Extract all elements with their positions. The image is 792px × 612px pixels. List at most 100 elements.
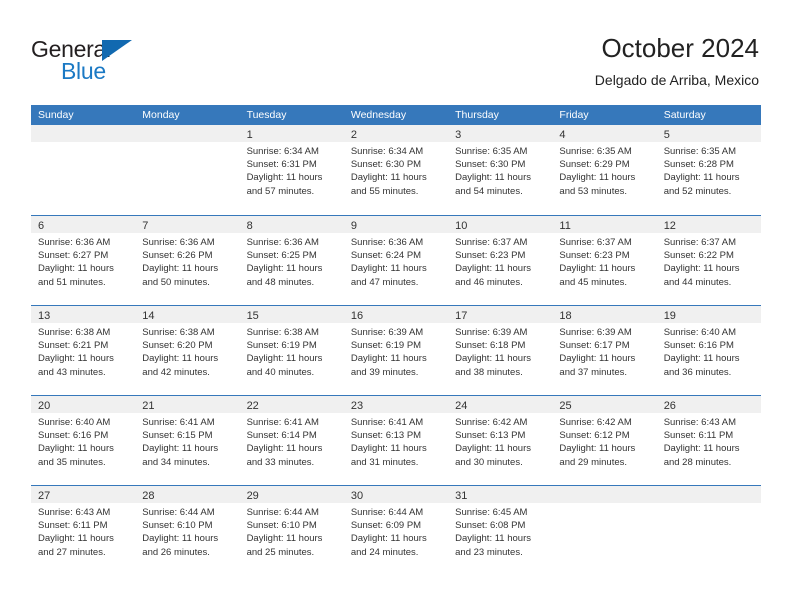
calendar-day-cell[interactable]: 4 Sunrise: 6:35 AM Sunset: 6:29 PM Daylight… xyxy=(552,125,657,214)
day-details: Sunrise: 6:38 AM Sunset: 6:19 PM Daylight:… xyxy=(240,323,344,379)
calendar-day-cell[interactable]: 24 Sunrise: 6:42 AM Sunset: 6:13 PM Dayligh… xyxy=(448,396,553,485)
daylight-text-line1: Daylight: 11 hours xyxy=(246,353,323,365)
day-number: 9 xyxy=(350,220,357,232)
calendar-grid: Sunday Monday Tuesday Wednesday Thursday… xyxy=(31,105,761,575)
calendar-day-cell[interactable]: 26 Sunrise: 6:43 AM Sunset: 6:11 PM Dayligh… xyxy=(656,396,761,485)
day-number-band: 16 xyxy=(343,306,449,323)
calendar-page: General Blue October 2024 Delgado de Arr… xyxy=(0,0,792,612)
daylight-text-line2: and 39 minutes. xyxy=(350,366,419,378)
sunset-text: Sunset: 6:31 PM xyxy=(246,159,317,171)
day-number-band: 12 xyxy=(656,216,761,233)
day-number: 23 xyxy=(350,400,364,412)
daylight-text-line1: Daylight: 11 hours xyxy=(246,533,323,545)
sunset-text: Sunset: 6:24 PM xyxy=(350,250,422,262)
day-number: 8 xyxy=(246,220,253,232)
sunset-text: Sunset: 6:16 PM xyxy=(38,430,109,442)
day-details: Sunrise: 6:36 AM Sunset: 6:26 PM Daylight:… xyxy=(135,233,239,289)
day-number: 6 xyxy=(38,220,45,232)
daylight-text-line1: Daylight: 11 hours xyxy=(455,443,531,455)
calendar-day-cell[interactable]: 11 Sunrise: 6:37 AM Sunset: 6:23 PM Dayligh… xyxy=(552,216,657,305)
day-number: 28 xyxy=(142,490,155,502)
calendar-day-cell[interactable]: 6 Sunrise: 6:36 AM Sunset: 6:27 PM Daylight… xyxy=(31,216,136,305)
calendar-day-cell[interactable]: 25 Sunrise: 6:42 AM Sunset: 6:12 PM Dayligh… xyxy=(552,396,657,485)
daylight-text-line1: Daylight: 11 hours xyxy=(38,263,114,275)
sunset-text: Sunset: 6:16 PM xyxy=(663,340,734,352)
daylight-text-line2: and 40 minutes. xyxy=(246,366,315,378)
calendar-day-cell[interactable]: 2 Sunrise: 6:34 AM Sunset: 6:30 PM Daylight… xyxy=(343,125,449,214)
calendar-day-cell[interactable]: 15 Sunrise: 6:38 AM Sunset: 6:19 PM Dayligh… xyxy=(239,306,344,395)
calendar-day-cell[interactable]: 12 Sunrise: 6:37 AM Sunset: 6:22 PM Dayligh… xyxy=(656,216,761,305)
calendar-day-cell[interactable]: 19 Sunrise: 6:40 AM Sunset: 6:16 PM Dayligh… xyxy=(656,306,761,395)
day-number: 3 xyxy=(455,129,462,141)
sunrise-text: Sunrise: 6:40 AM xyxy=(663,327,737,338)
day-details: Sunrise: 6:34 AM Sunset: 6:30 PM Daylight:… xyxy=(344,142,448,198)
daylight-text-line1: Daylight: 11 hours xyxy=(38,533,114,545)
calendar-day-cell[interactable]: 16 Sunrise: 6:39 AM Sunset: 6:19 PM Dayligh… xyxy=(343,306,449,395)
calendar-day-cell[interactable]: 20 Sunrise: 6:40 AM Sunset: 6:16 PM Dayligh… xyxy=(31,396,136,485)
calendar-day-cell[interactable]: 9 Sunrise: 6:36 AM Sunset: 6:24 PM Daylight… xyxy=(343,216,449,305)
daylight-text-line1: Daylight: 11 hours xyxy=(246,172,323,184)
sunrise-text: Sunrise: 6:44 AM xyxy=(142,507,215,518)
day-details: Sunrise: 6:41 AM Sunset: 6:15 PM Daylight:… xyxy=(135,413,239,469)
day-details: Sunrise: 6:44 AM Sunset: 6:10 PM Daylight:… xyxy=(135,503,239,559)
weekday-header-row: Sunday Monday Tuesday Wednesday Thursday… xyxy=(31,105,761,125)
sunrise-text: Sunrise: 6:37 AM xyxy=(663,237,737,248)
day-number-band: 15 xyxy=(239,306,344,323)
calendar-day-cell-empty xyxy=(135,125,240,214)
daylight-text-line2: and 30 minutes. xyxy=(455,456,523,468)
calendar-day-cell[interactable]: 8 Sunrise: 6:36 AM Sunset: 6:25 PM Daylight… xyxy=(239,216,344,305)
calendar-day-cell[interactable]: 28 Sunrise: 6:44 AM Sunset: 6:10 PM Dayligh… xyxy=(135,486,240,575)
daylight-text-line2: and 54 minutes. xyxy=(455,185,523,197)
calendar-day-cell[interactable]: 31 Sunrise: 6:45 AM Sunset: 6:08 PM Dayligh… xyxy=(448,486,553,575)
calendar-day-cell[interactable]: 30 Sunrise: 6:44 AM Sunset: 6:09 PM Dayligh… xyxy=(343,486,449,575)
calendar-day-cell[interactable]: 10 Sunrise: 6:37 AM Sunset: 6:23 PM Dayligh… xyxy=(448,216,553,305)
calendar-day-cell[interactable]: 22 Sunrise: 6:41 AM Sunset: 6:14 PM Dayligh… xyxy=(239,396,344,485)
calendar-day-cell-empty xyxy=(656,486,761,575)
sunset-text: Sunset: 6:18 PM xyxy=(455,340,526,352)
sunset-text: Sunset: 6:21 PM xyxy=(38,340,109,352)
day-number: 19 xyxy=(663,310,676,322)
day-number-band: 26 xyxy=(656,396,761,413)
calendar-day-cell[interactable]: 29 Sunrise: 6:44 AM Sunset: 6:10 PM Dayligh… xyxy=(239,486,344,575)
calendar-day-cell[interactable]: 13 Sunrise: 6:38 AM Sunset: 6:21 PM Dayligh… xyxy=(31,306,136,395)
sunset-text: Sunset: 6:23 PM xyxy=(455,250,526,262)
sunrise-text: Sunrise: 6:42 AM xyxy=(559,417,632,428)
page-header: General Blue October 2024 Delgado de Arr… xyxy=(0,0,792,100)
day-number: 21 xyxy=(142,400,155,412)
day-details: Sunrise: 6:43 AM Sunset: 6:11 PM Daylight:… xyxy=(31,503,135,559)
daylight-text-line2: and 42 minutes. xyxy=(142,366,210,378)
daylight-text-line1: Daylight: 11 hours xyxy=(38,353,114,365)
day-number: 7 xyxy=(142,220,149,232)
calendar-day-cell[interactable]: 27 Sunrise: 6:43 AM Sunset: 6:11 PM Dayligh… xyxy=(31,486,136,575)
day-details: Sunrise: 6:43 AM Sunset: 6:11 PM Daylight:… xyxy=(657,413,761,469)
day-details: Sunrise: 6:36 AM Sunset: 6:24 PM Daylight:… xyxy=(344,233,448,289)
daylight-text-line1: Daylight: 11 hours xyxy=(350,353,427,365)
calendar-day-cell[interactable]: 17 Sunrise: 6:39 AM Sunset: 6:18 PM Dayligh… xyxy=(448,306,553,395)
calendar-day-cell[interactable]: 21 Sunrise: 6:41 AM Sunset: 6:15 PM Dayligh… xyxy=(135,396,240,485)
daylight-text-line1: Daylight: 11 hours xyxy=(142,353,219,365)
day-details xyxy=(135,142,239,145)
day-details: Sunrise: 6:37 AM Sunset: 6:22 PM Daylight:… xyxy=(657,233,761,289)
daylight-text-line1: Daylight: 11 hours xyxy=(350,263,427,275)
calendar-day-cell[interactable]: 3 Sunrise: 6:35 AM Sunset: 6:30 PM Daylight… xyxy=(448,125,553,214)
calendar-day-cell-empty xyxy=(31,125,136,214)
sunset-text: Sunset: 6:17 PM xyxy=(559,340,630,352)
weekday-header-saturday: Saturday xyxy=(663,109,706,121)
calendar-day-cell[interactable]: 5 Sunrise: 6:35 AM Sunset: 6:28 PM Daylight… xyxy=(656,125,761,214)
day-number: 26 xyxy=(663,400,676,412)
sunset-text: Sunset: 6:13 PM xyxy=(455,430,526,442)
calendar-day-cell[interactable]: 18 Sunrise: 6:39 AM Sunset: 6:17 PM Dayligh… xyxy=(552,306,657,395)
calendar-day-cell[interactable]: 23 Sunrise: 6:41 AM Sunset: 6:13 PM Dayligh… xyxy=(343,396,449,485)
sunrise-text: Sunrise: 6:41 AM xyxy=(246,417,319,428)
daylight-text-line2: and 57 minutes. xyxy=(246,185,315,197)
sunset-text: Sunset: 6:22 PM xyxy=(663,250,734,262)
sunset-text: Sunset: 6:13 PM xyxy=(350,430,422,442)
daylight-text-line1: Daylight: 11 hours xyxy=(142,443,219,455)
calendar-day-cell[interactable]: 7 Sunrise: 6:36 AM Sunset: 6:26 PM Daylight… xyxy=(135,216,240,305)
calendar-day-cell[interactable]: 14 Sunrise: 6:38 AM Sunset: 6:20 PM Dayligh… xyxy=(135,306,240,395)
sunrise-text: Sunrise: 6:41 AM xyxy=(350,417,424,428)
daylight-text-line2: and 25 minutes. xyxy=(246,546,315,558)
sunset-text: Sunset: 6:29 PM xyxy=(559,159,630,171)
calendar-day-cell[interactable]: 1 Sunrise: 6:34 AM Sunset: 6:31 PM Daylight… xyxy=(239,125,344,214)
day-details: Sunrise: 6:35 AM Sunset: 6:28 PM Daylight:… xyxy=(657,142,761,198)
